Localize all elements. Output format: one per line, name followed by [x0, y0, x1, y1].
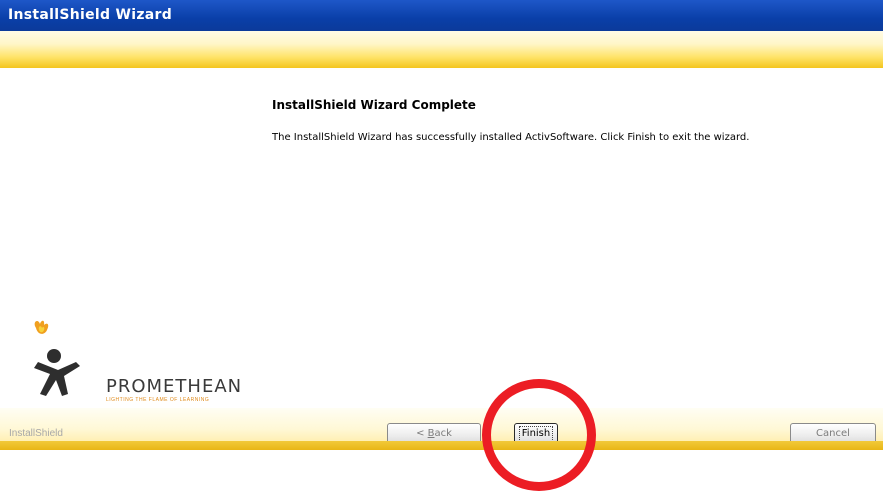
completion-message: The InstallShield Wizard has successfull… [272, 132, 750, 143]
back-button-rest: ack [434, 428, 452, 439]
logo-tagline: LIGHTING THE FLAME OF LEARNING [106, 397, 210, 403]
back-button-prefix: < [416, 428, 428, 439]
promethean-flame-logo [34, 320, 80, 396]
logo-wordmark: PROMETHEAN [106, 376, 243, 397]
installshield-brand: InstallShield [9, 428, 63, 439]
page-title: InstallShield Wizard Complete [272, 98, 476, 112]
promethean-logo: PROMETHEAN LIGHTING THE FLAME OF LEARNIN… [28, 318, 268, 404]
window-title: InstallShield Wizard [0, 0, 883, 31]
footer-bottom-bar [0, 441, 883, 450]
back-button-mnemonic: B [427, 428, 435, 439]
header-banner [0, 31, 883, 68]
finish-button-label: Finish [518, 426, 554, 442]
